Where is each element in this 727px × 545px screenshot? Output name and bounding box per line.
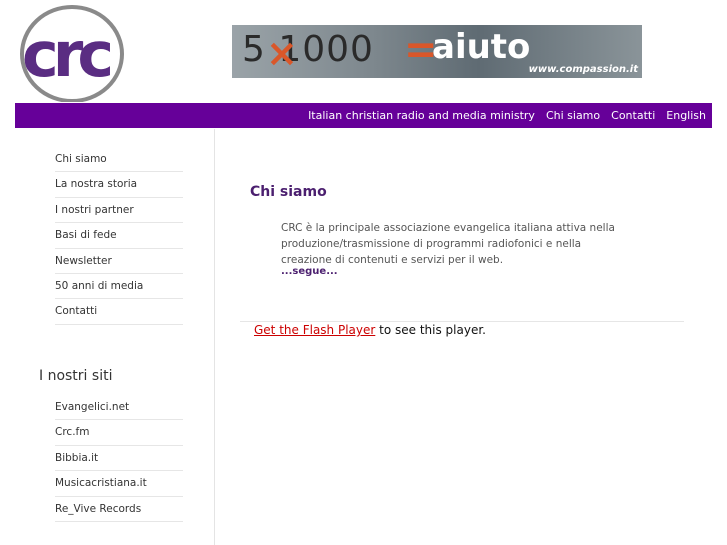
top-nav: Italian christian radio and media minist…	[308, 103, 706, 128]
banner-word: aiuto	[432, 27, 531, 67]
flash-notice-text: to see this player.	[375, 323, 486, 337]
banner-number: 5 1000	[242, 29, 374, 70]
top-nav-chi-siamo[interactable]: Chi siamo	[546, 109, 600, 122]
content-divider	[240, 321, 684, 322]
sidebar-menu: Chi siamo La nostra storia I nostri part…	[55, 147, 183, 325]
sidebar: Chi siamo La nostra storia I nostri part…	[15, 129, 215, 545]
site-link-musicacristiana[interactable]: Musicacristiana.it	[55, 471, 183, 497]
site-link-evangelici[interactable]: Evangelici.net	[55, 395, 183, 421]
site-link-revive[interactable]: Re_Vive Records	[55, 497, 183, 522]
banner-multiply: ×	[266, 31, 298, 75]
sidebar-item-basi-di-fede[interactable]: Basi di fede	[55, 223, 183, 249]
sidebar-item-contatti[interactable]: Contatti	[55, 299, 183, 325]
page-title: Chi siamo	[250, 184, 327, 200]
site-link-crc-fm[interactable]: Crc.fm	[55, 420, 183, 446]
sidebar-item-chi-siamo[interactable]: Chi siamo	[55, 147, 183, 173]
get-flash-link[interactable]: Get the Flash Player	[254, 323, 375, 337]
top-nav-english[interactable]: English	[666, 109, 706, 122]
sites-heading: I nostri siti	[39, 368, 113, 384]
sidebar-item-partner[interactable]: I nostri partner	[55, 198, 183, 224]
svg-text:crc: crc	[22, 18, 110, 91]
top-nav-contatti[interactable]: Contatti	[611, 109, 655, 122]
top-nav-ministry[interactable]: Italian christian radio and media minist…	[308, 109, 535, 122]
crc-logo[interactable]: crc	[16, 2, 126, 103]
site-link-bibbia[interactable]: Bibbia.it	[55, 446, 183, 472]
5x1000-banner[interactable]: 5 1000 × = aiuto www.compassion.it	[232, 25, 642, 78]
sidebar-item-storia[interactable]: La nostra storia	[55, 172, 183, 198]
sidebar-item-50-anni[interactable]: 50 anni di media	[55, 274, 183, 300]
crc-logo-icon: crc	[20, 5, 124, 103]
top-navigation-bar: Italian christian radio and media minist…	[15, 103, 712, 128]
banner-url: www.compassion.it	[528, 64, 638, 75]
sidebar-item-newsletter[interactable]: Newsletter	[55, 249, 183, 274]
read-more-link[interactable]: ...segue...	[281, 266, 338, 277]
flash-player-notice: Get the Flash Player to see this player.	[254, 323, 486, 337]
intro-text: CRC è la principale associazione evangel…	[281, 222, 615, 266]
sites-menu: Evangelici.net Crc.fm Bibbia.it Musicacr…	[55, 395, 183, 522]
